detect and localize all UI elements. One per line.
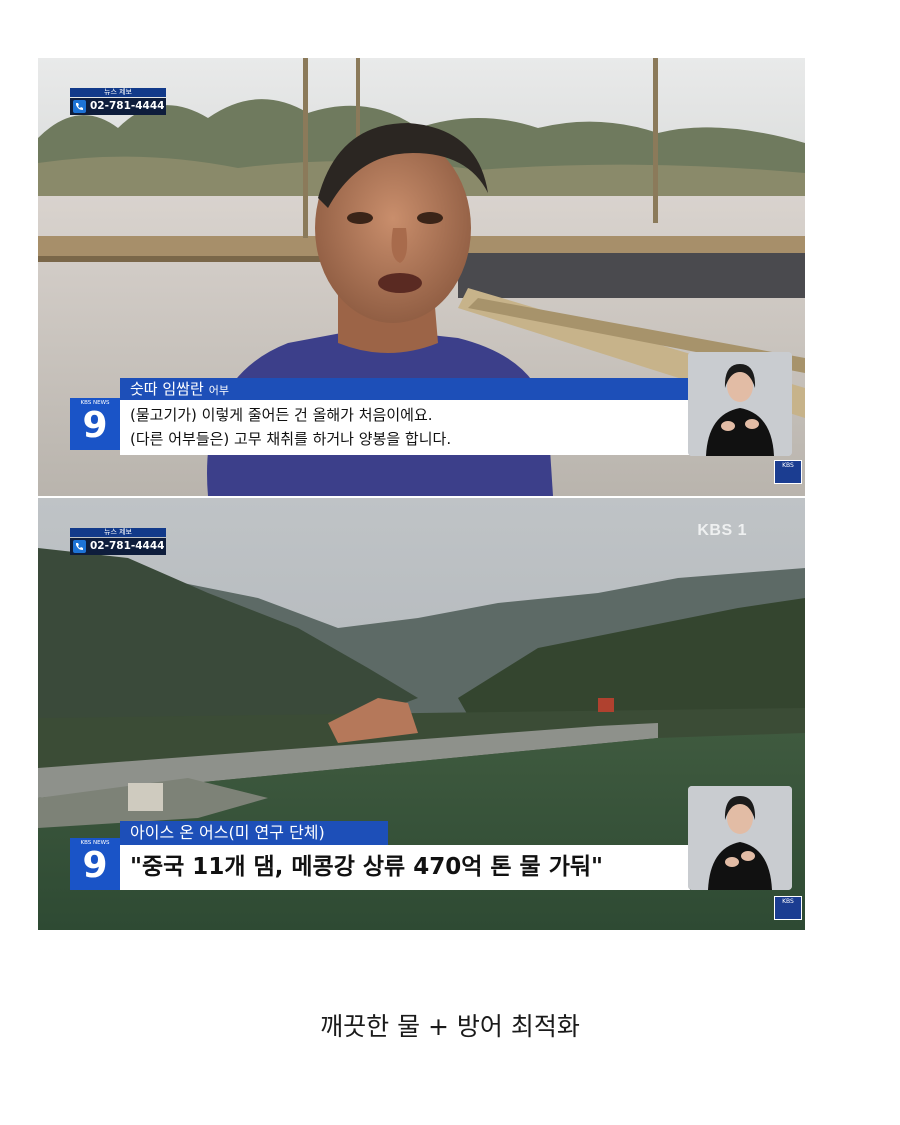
speaker-role: 어부 <box>208 384 230 397</box>
news-tip-hotline: 뉴스 제보 02-781-4444 <box>70 88 166 118</box>
subtitle-line-1: (물고기가) 이렇게 줄어든 건 올해가 처음이에요. <box>130 406 433 424</box>
kbs1-watermark: KBS 1 <box>697 522 747 539</box>
logo-number: 9 <box>82 405 108 446</box>
source-label-band: 아이스 온 어스(미 연구 단체) <box>120 821 388 845</box>
kbs-news9-logo: KBS NEWS 9 <box>70 398 120 450</box>
phone-icon <box>73 540 86 553</box>
hotline-number-box: 02-781-4444 <box>70 538 166 555</box>
headline-box: "중국 11개 댐, 메콩강 상류 470억 톤 물 가둬" <box>120 845 690 890</box>
headline-text: "중국 11개 댐, 메콩강 상류 470억 톤 물 가둬" <box>130 854 604 880</box>
kbs-news9-logo: KBS NEWS 9 <box>70 838 120 890</box>
phone-icon <box>73 100 86 113</box>
sign-language-interpreter <box>688 786 792 890</box>
post-caption: 깨끗한 물 + 방어 최적화 <box>320 1012 580 1041</box>
hotline-label: 뉴스 제보 <box>70 88 166 97</box>
logo-number: 9 <box>82 845 108 886</box>
news-frame-fisherman: 뉴스 제보 02-781-4444 KBS NEWS 9 숫따 임쌈란 어부 (물… <box>38 58 805 496</box>
hotline-label: 뉴스 제보 <box>70 528 166 537</box>
sign-language-interpreter <box>688 352 792 456</box>
hotline-number-box: 02-781-4444 <box>70 98 166 115</box>
speaker-name: 숫따 임쌈란 <box>130 380 204 398</box>
subtitle-box: (물고기가) 이렇게 줄어든 건 올해가 처음이에요. (다른 어부들은) 고무… <box>120 400 692 455</box>
speaker-name-band: 숫따 임쌈란 어부 <box>120 378 692 400</box>
kbs-corner-logo: KBS <box>774 896 802 920</box>
news-tip-hotline: 뉴스 제보 02-781-4444 <box>70 528 166 558</box>
hotline-number: 02-781-4444 <box>90 100 165 112</box>
hotline-number: 02-781-4444 <box>90 540 165 552</box>
news-frame-dam: 뉴스 제보 02-781-4444 KBS 1 KBS NEWS 9 아이스 온… <box>38 498 805 930</box>
kbs-corner-logo: KBS <box>774 460 802 484</box>
subtitle-line-2: (다른 어부들은) 고무 채취를 하거나 양봉을 합니다. <box>130 430 452 448</box>
